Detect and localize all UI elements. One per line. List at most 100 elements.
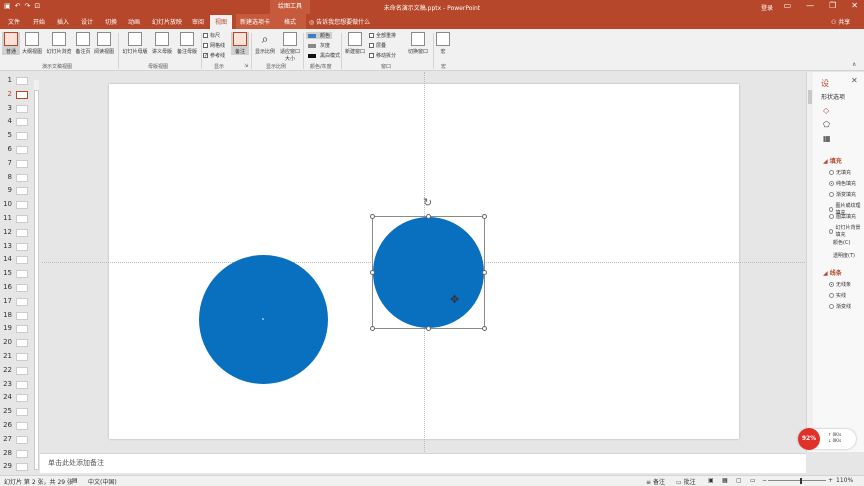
tab-new[interactable]: 新建选项卡 [240,17,270,26]
circle-shape-left[interactable] [199,255,328,384]
tab-home[interactable]: 开始 [33,17,45,26]
notes-toggle-button[interactable]: 备注 [231,32,249,55]
slide-thumbnail[interactable]: 19 [2,324,38,337]
resize-handle-top-left[interactable] [370,214,375,219]
slide-sorter-button[interactable]: 幻灯片浏览 [46,32,72,55]
slide-thumbnail[interactable]: 22 [2,366,38,379]
tab-insert[interactable]: 插入 [57,17,69,26]
slide-sorter-status-icon[interactable]: ▦ [722,477,728,484]
line-option-gradient[interactable]: 渐变线 [829,303,851,310]
slide-thumbnail[interactable]: 1 [2,76,38,89]
line-option-none[interactable]: 无线条 [829,281,851,288]
zoom-level[interactable]: 110% [836,477,853,484]
resize-handle-right[interactable] [482,270,487,275]
pane-scroll-thumb[interactable] [808,90,812,104]
slide-thumbnail[interactable]: 12 [2,228,38,241]
tell-me-search[interactable]: ◎ 告诉我您想要做什么 [309,17,370,26]
fill-line-icon[interactable]: ◇ [823,106,829,115]
slide-thumbnail[interactable]: 26 [2,421,38,434]
resize-handle-bottom-left[interactable] [370,326,375,331]
transparency-label[interactable]: 透明度(T) [833,252,855,259]
slide-thumbnail[interactable]: 6 [2,145,38,158]
ribbon-display-icon[interactable]: ▭ [784,1,792,10]
slide-thumbnail[interactable]: 21 [2,352,38,365]
normal-view-button[interactable]: 普通 [2,32,20,55]
slide-thumbnail[interactable]: 15 [2,269,38,282]
line-section-header[interactable]: ◢ 线条 [823,268,842,277]
fill-option-gradient[interactable]: 渐变填充 [829,191,856,198]
grayscale-mode-button[interactable]: 灰度 [306,42,332,49]
line-option-solid[interactable]: 实线 [829,292,846,299]
tab-design[interactable]: 设计 [81,17,93,26]
slide-thumbnail[interactable]: 11 [2,214,38,227]
resize-handle-left[interactable] [370,270,375,275]
thumbnail-scrollbar[interactable] [34,80,39,470]
handout-master-button[interactable]: 讲义母版 [150,32,174,55]
tab-view[interactable]: 视图 [210,15,233,29]
fill-option-solid[interactable]: 纯色填充 [829,180,856,187]
notes-page-button[interactable]: 备注页 [74,32,92,55]
signin-link[interactable]: 登录 [761,3,773,12]
restore-icon[interactable]: ❐ [829,1,836,10]
slide-thumbnail[interactable]: 9 [2,186,38,199]
fill-color-label[interactable]: 颜色(C) [833,239,850,246]
tab-file[interactable]: 文件 [8,17,20,26]
slide-thumbnail[interactable]: 20 [2,338,38,351]
collapse-ribbon-icon[interactable]: ∧ [852,61,856,68]
size-properties-icon[interactable]: ▦ [823,134,831,143]
slide-thumbnail[interactable]: 17 [2,297,38,310]
slide-thumbnail[interactable]: 14 [2,255,38,268]
switch-window-button[interactable]: 切换窗口 [405,32,431,55]
slide-thumbnail[interactable]: 5 [2,131,38,144]
fill-option-pattern[interactable]: 图案填充 [829,213,856,220]
close-pane-icon[interactable]: ✕ [851,76,858,85]
slide-thumbnail[interactable]: 23 [2,380,38,393]
resize-handle-bottom[interactable] [426,326,431,331]
slide-thumbnail[interactable]: 7 [2,159,38,172]
arrange-all-button[interactable]: 全部重排 [369,32,396,39]
thumbnail-scroll-thumb[interactable] [34,90,39,470]
tab-format[interactable]: 格式 [284,17,296,26]
move-split-button[interactable]: 移动拆分 [369,52,396,59]
tab-animations[interactable]: 动画 [128,17,140,26]
new-window-button[interactable]: 新建窗口 [343,32,367,55]
share-button[interactable]: ⚇ 共享 [831,17,850,26]
slide-thumbnail[interactable]: 10 [2,200,38,213]
comments-status-button[interactable]: ▭ 批注 [676,477,696,486]
reading-view-button[interactable]: 阅读视图 [93,32,115,55]
slide-thumbnail[interactable]: 25 [2,407,38,420]
fill-section-header[interactable]: ◢ 填充 [823,156,842,165]
normal-view-status-icon[interactable]: ▣ [708,477,714,484]
show-dialog-launcher-icon[interactable]: ⇲ [244,63,248,69]
tab-transitions[interactable]: 切换 [105,17,117,26]
resize-handle-bottom-right[interactable] [482,326,487,331]
notes-pane[interactable]: 单击此处添加备注 [40,453,806,473]
notes-master-button[interactable]: 备注母版 [175,32,199,55]
resize-handle-top-right[interactable] [482,214,487,219]
slide-thumbnail[interactable]: 13 [2,242,38,255]
ruler-checkbox[interactable]: 标尺 [203,32,220,39]
language-indicator[interactable]: 中文(中国) [88,477,117,486]
slide-thumbnail[interactable]: 16 [2,283,38,296]
effects-icon[interactable]: ⬠ [823,120,830,129]
slide-thumbnail[interactable]: 24 [2,393,38,406]
fit-to-window-button[interactable]: 适应窗口大小 [278,32,302,62]
zoom-slider[interactable] [768,480,826,481]
close-icon[interactable]: ✕ [851,1,858,10]
tab-review[interactable]: 审阅 [192,17,204,26]
slide-thumbnail[interactable]: 8 [2,173,38,186]
slide-thumbnail[interactable]: 3 [2,104,38,117]
minimize-icon[interactable]: — [806,1,814,10]
slide-thumbnail[interactable]: 27 [2,435,38,448]
zoom-button[interactable]: ⌕ 显示比例 [253,32,277,55]
slide-thumbnail[interactable]: 28 [2,449,38,462]
color-mode-button[interactable]: 颜色 [306,32,333,39]
zoom-in-icon[interactable]: + [828,477,833,484]
resize-handle-top[interactable] [426,214,431,219]
spellcheck-icon[interactable]: ▤ [72,477,78,484]
tab-slideshow[interactable]: 幻灯片放映 [152,17,182,26]
slide-thumbnail[interactable]: 18 [2,311,38,324]
slideshow-status-icon[interactable]: ▭ [750,477,756,484]
outline-view-button[interactable]: 大纲视图 [22,32,42,55]
slide-thumbnail[interactable]: 29 [2,462,38,475]
